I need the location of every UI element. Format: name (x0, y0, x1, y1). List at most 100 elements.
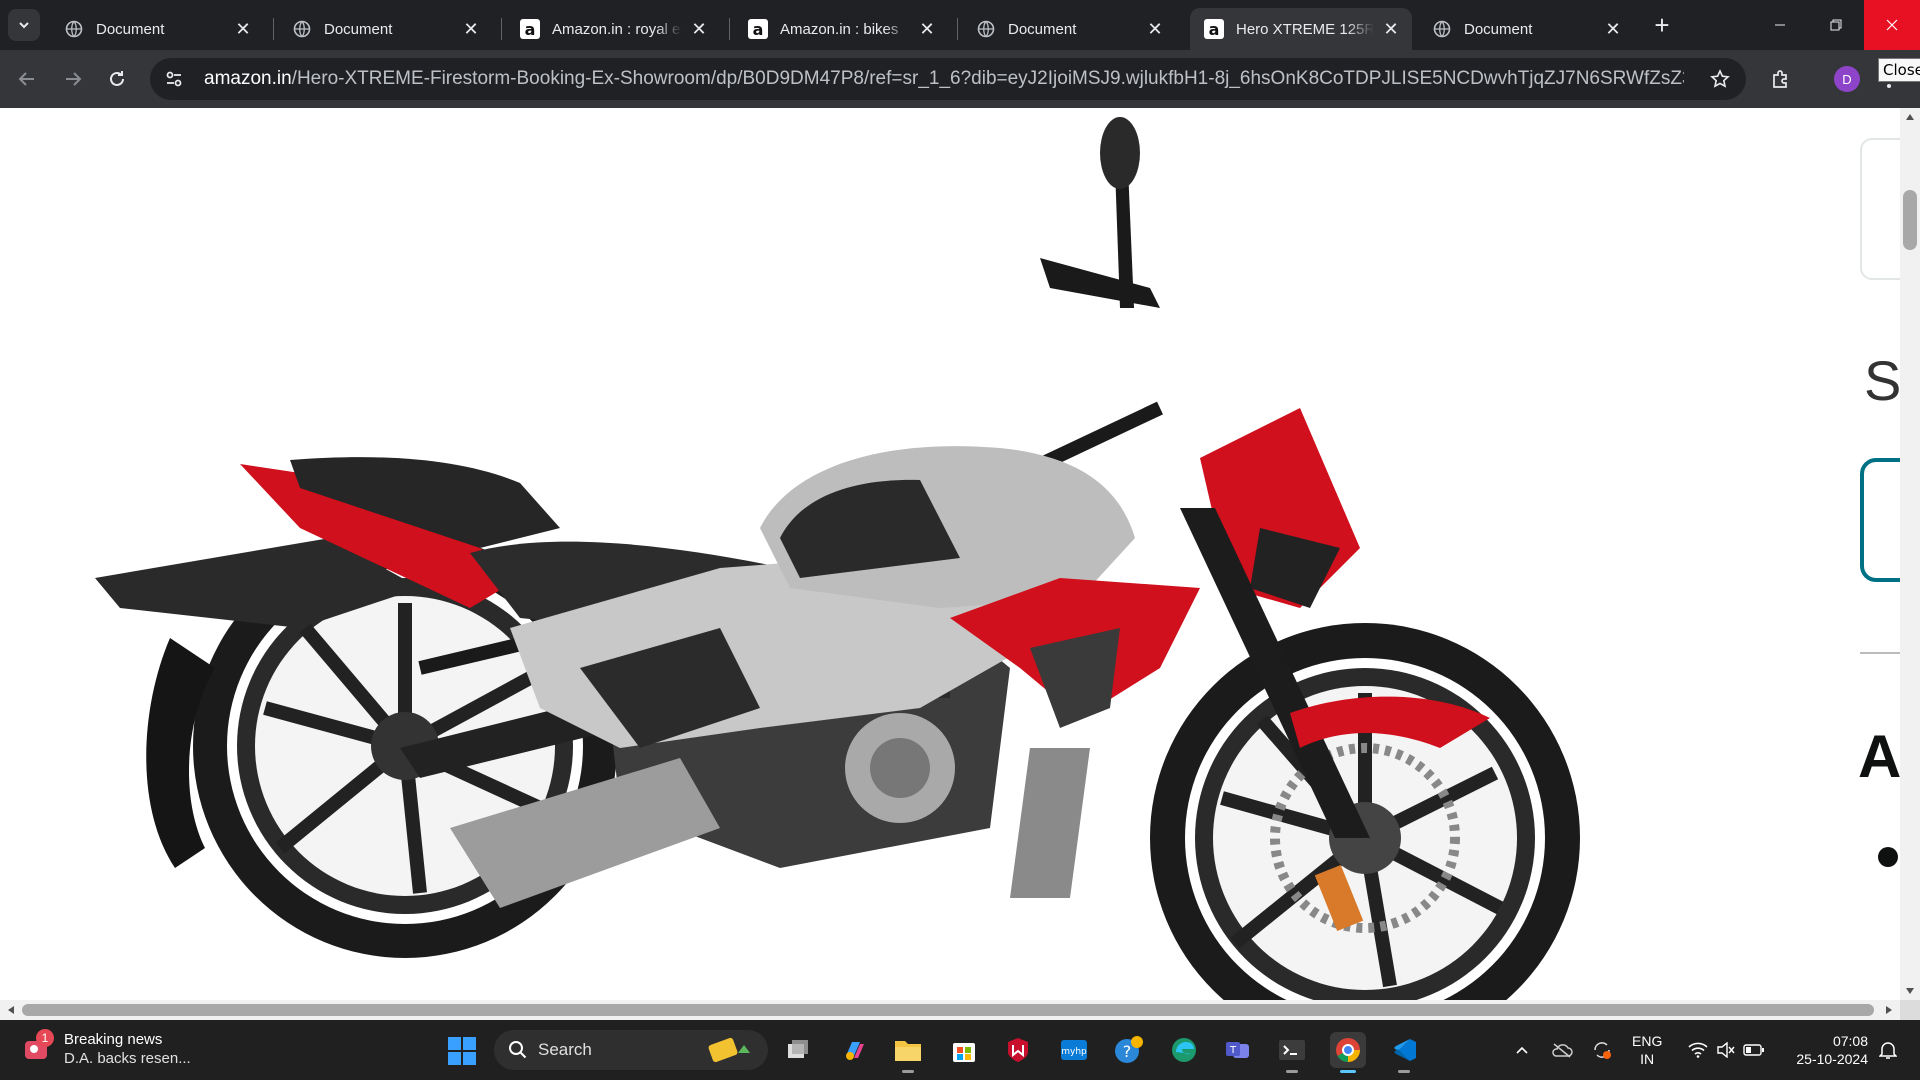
myhp-icon[interactable]: myhp (1056, 1032, 1092, 1068)
chevron-up-icon[interactable] (1508, 1036, 1536, 1064)
puzzle-icon (1773, 70, 1787, 88)
tune-icon (166, 71, 182, 87)
get-help-icon[interactable]: ? (1110, 1032, 1146, 1068)
notification-badge: 1 (36, 1029, 54, 1047)
tab-hero-xtreme[interactable]: a Hero XTREME 125R Booking ✕ (1190, 8, 1412, 50)
browser-toolbar: amazon.in/Hero-XTREME-Firestorm-Booking-… (0, 50, 1920, 108)
tab-title: Document (324, 20, 393, 38)
close-window-button[interactable] (1864, 0, 1920, 50)
task-view-icon[interactable] (780, 1032, 816, 1068)
url-text[interactable]: amazon.in/Hero-XTREME-Firestorm-Booking-… (204, 68, 1684, 90)
scrollbar-corner (1900, 1000, 1920, 1020)
start-button[interactable] (447, 1036, 477, 1066)
battery-icon[interactable] (1740, 1036, 1768, 1064)
address-bar[interactable]: amazon.in/Hero-XTREME-Firestorm-Booking-… (150, 58, 1746, 100)
language-indicator[interactable]: ENG IN (1632, 1032, 1662, 1068)
system-clock[interactable]: 07:08 25-10-2024 (1788, 1032, 1868, 1068)
partial-heading-text: S (1864, 349, 1900, 412)
tab-document-1[interactable]: Document ✕ (50, 8, 264, 50)
partial-section-heading: A (1858, 723, 1900, 790)
windows-logo-icon (448, 1037, 476, 1065)
tab-document-2[interactable]: Document ✕ (278, 8, 492, 50)
divider (1860, 652, 1900, 654)
image-thumbnail[interactable] (1860, 138, 1900, 280)
globe-icon (1432, 19, 1452, 39)
tab-close-icon[interactable]: ✕ (232, 18, 254, 40)
tab-close-icon[interactable]: ✕ (1380, 18, 1402, 40)
tab-separator (729, 18, 730, 40)
list-bullet (1878, 847, 1898, 867)
reload-icon (110, 71, 124, 86)
profile-avatar[interactable]: D (1834, 66, 1860, 92)
new-tab-button[interactable]: + (1648, 12, 1676, 40)
tab-amazon-bikes[interactable]: a Amazon.in : bikes ✕ (734, 8, 948, 50)
chrome-icon[interactable] (1330, 1032, 1366, 1073)
selected-option-box[interactable] (1860, 458, 1900, 582)
extensions-button[interactable] (1766, 64, 1796, 94)
forward-button[interactable] (58, 64, 88, 94)
globe-icon (976, 19, 996, 39)
news-widget[interactable]: 1 Breaking news D.A. backs resen... (22, 1029, 191, 1068)
back-button[interactable] (12, 64, 42, 94)
tab-close-icon[interactable]: ✕ (1602, 18, 1624, 40)
tab-close-icon[interactable]: ✕ (460, 18, 482, 40)
cloud-offline-icon[interactable] (1548, 1036, 1576, 1064)
tab-document-3[interactable]: Document ✕ (962, 8, 1176, 50)
url-host: amazon.in (204, 68, 292, 89)
minimize-button[interactable] (1752, 0, 1808, 50)
search-label: Search (538, 1040, 592, 1059)
terminal-icon[interactable] (1274, 1032, 1310, 1073)
file-explorer-icon[interactable] (890, 1032, 926, 1073)
tab-title: Document (96, 20, 165, 38)
search-icon (509, 1041, 527, 1059)
region-code: IN (1640, 1051, 1655, 1067)
tab-close-icon[interactable]: ✕ (688, 18, 710, 40)
scroll-left-icon[interactable] (2, 1000, 20, 1020)
tab-document-4[interactable]: Document ✕ (1418, 8, 1634, 50)
product-image[interactable] (0, 108, 1860, 1000)
close-icon (1886, 19, 1898, 31)
tab-separator (273, 18, 274, 40)
tab-strip: Document ✕ Document ✕ a Amazon.in : roya… (0, 0, 1920, 50)
notifications-bell-icon[interactable] (1874, 1036, 1902, 1064)
globe-icon (292, 19, 312, 39)
site-info-button[interactable] (156, 61, 192, 97)
scroll-up-icon[interactable] (1900, 108, 1920, 126)
restore-icon (1830, 19, 1842, 31)
clock-date: 25-10-2024 (1796, 1051, 1868, 1067)
vertical-scroll-thumb[interactable] (1903, 190, 1917, 250)
taskbar-search[interactable]: Search (494, 1030, 768, 1070)
news-subtitle: D.A. backs resen... (64, 1050, 191, 1067)
vertical-scrollbar[interactable] (1900, 108, 1920, 1000)
vscode-icon[interactable] (1386, 1032, 1422, 1073)
restore-button[interactable] (1808, 0, 1864, 50)
close-tooltip: Close (1878, 58, 1920, 82)
bookmark-star-icon[interactable] (1708, 67, 1732, 91)
scroll-down-icon[interactable] (1900, 982, 1920, 1000)
svg-text:?: ? (1123, 1042, 1132, 1061)
copilot-icon[interactable] (836, 1032, 872, 1068)
arrow-left-icon (18, 72, 34, 86)
svg-text:T: T (1229, 1045, 1237, 1056)
scroll-right-icon[interactable] (1880, 1000, 1898, 1020)
tab-close-icon[interactable]: ✕ (1144, 18, 1166, 40)
teams-icon[interactable]: T (1220, 1032, 1256, 1068)
amazon-icon: a (748, 19, 768, 39)
svg-text:myhp: myhp (1061, 1047, 1087, 1057)
language-code: ENG (1632, 1033, 1663, 1049)
tab-amazon-royal-enfield[interactable]: a Amazon.in : royal enfield ✕ (506, 8, 720, 50)
wifi-icon[interactable] (1684, 1036, 1712, 1064)
volume-muted-icon[interactable] (1712, 1036, 1740, 1064)
mcafee-icon[interactable] (1000, 1032, 1036, 1068)
horizontal-scroll-thumb[interactable] (22, 1004, 1874, 1016)
microsoft-store-icon[interactable] (946, 1032, 982, 1068)
windows-taskbar: 1 Breaking news D.A. backs resen... Sear… (0, 1020, 1920, 1080)
tab-search-button[interactable] (8, 9, 40, 41)
sync-icon[interactable] (1588, 1036, 1616, 1064)
edge-icon[interactable] (1166, 1032, 1202, 1068)
tab-close-icon[interactable]: ✕ (916, 18, 938, 40)
amazon-icon: a (1204, 19, 1224, 39)
tab-separator (957, 18, 958, 40)
reload-button[interactable] (102, 64, 132, 94)
horizontal-scrollbar[interactable] (0, 1000, 1900, 1020)
